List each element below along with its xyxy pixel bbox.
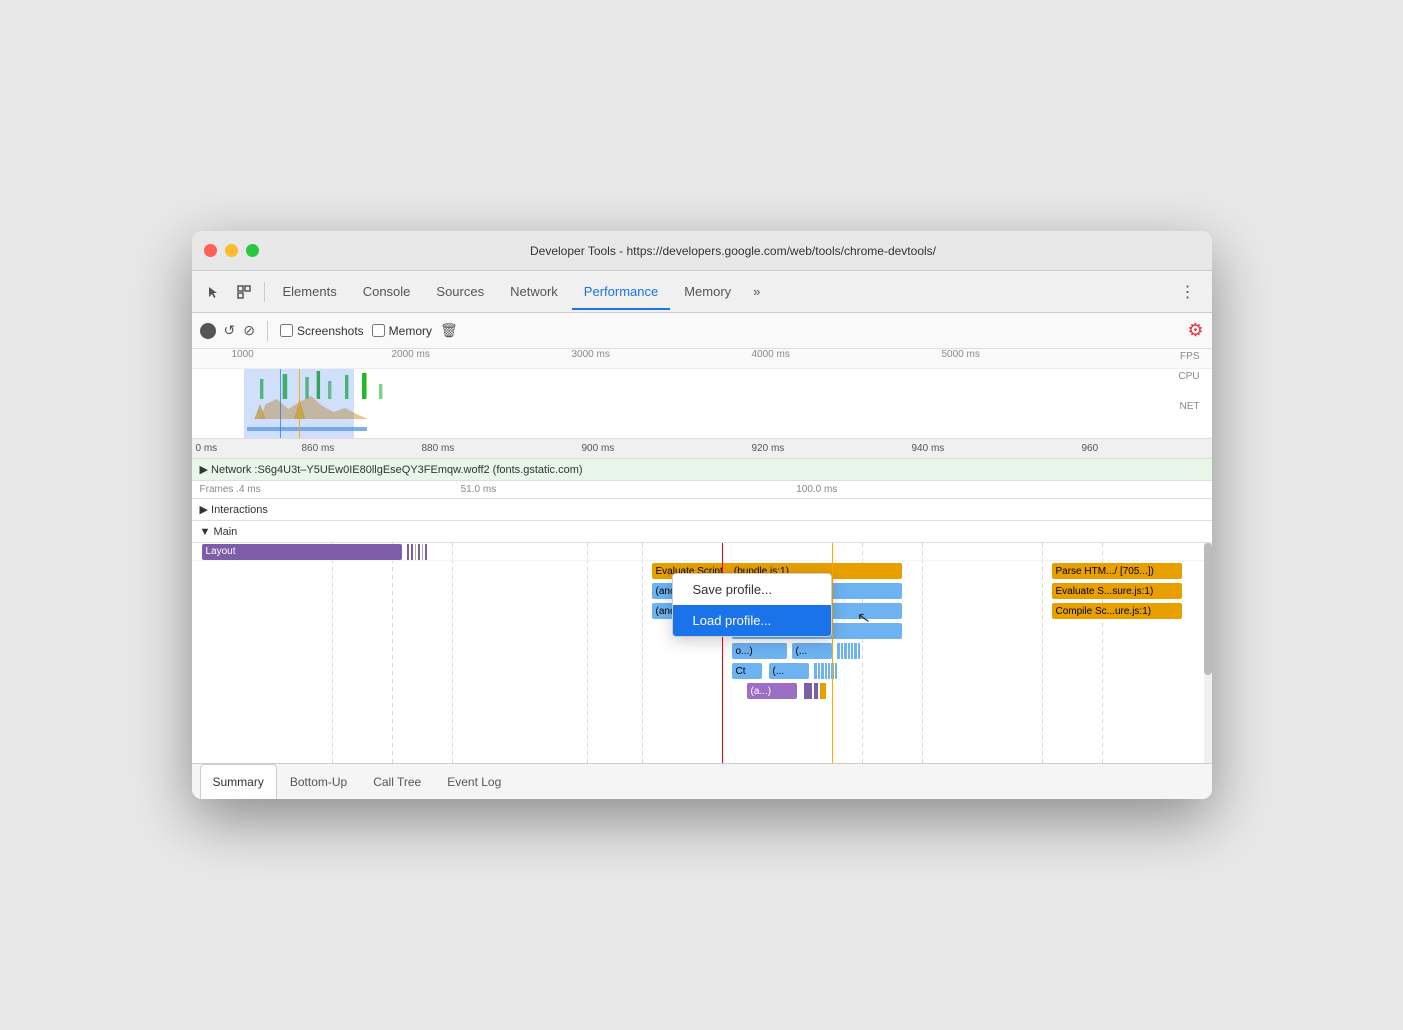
memory-checkbox-label[interactable]: Memory <box>372 324 432 338</box>
tab-more[interactable]: » <box>745 284 768 299</box>
tab-event-log[interactable]: Event Log <box>434 764 514 800</box>
paren1-block[interactable]: (... <box>792 643 832 659</box>
memory-checkbox[interactable] <box>372 324 385 337</box>
tab-sources[interactable]: Sources <box>424 274 496 310</box>
mark-880ms: 880 ms <box>422 443 455 454</box>
settings-button[interactable]: ⚙ <box>1187 320 1203 341</box>
toolbar: Elements Console Sources Network Perform… <box>192 271 1212 313</box>
paren2-block[interactable]: (... <box>769 663 809 679</box>
perf-toolbar: ↺ ⊘ Screenshots Memory 🗑 ⚙ <box>192 313 1212 349</box>
layout-ticks <box>407 544 427 560</box>
context-menu: Save profile... Load profile... <box>672 573 832 637</box>
close-button[interactable] <box>204 244 217 257</box>
load-profile-item[interactable]: Load profile... <box>673 605 831 636</box>
ruler-3000: 3000 ms <box>572 349 610 360</box>
flame-row-a: (a...) <box>192 683 1212 701</box>
mark-860ms: 860 ms <box>302 443 335 454</box>
mark-900ms: 900 ms <box>582 443 615 454</box>
titlebar: Developer Tools - https://developers.goo… <box>192 231 1212 271</box>
main-content: 0 ms 860 ms 880 ms 900 ms 920 ms 940 ms … <box>192 439 1212 799</box>
interactions-row[interactable]: ▶ Interactions <box>192 499 1212 521</box>
frames-mid: 51.0 ms <box>461 484 497 495</box>
o-block[interactable]: o...) <box>732 643 787 659</box>
tab-call-tree[interactable]: Call Tree <box>360 764 434 800</box>
main-thread-label: ▼ Main <box>200 526 238 538</box>
menu-dots[interactable]: ⋮ <box>1172 282 1204 302</box>
minimize-button[interactable] <box>225 244 238 257</box>
frames-right: 100.0 ms <box>796 484 837 495</box>
a-block[interactable]: (a...) <box>747 683 797 699</box>
screenshots-checkbox-label[interactable]: Screenshots <box>280 324 364 338</box>
scrollbar-thumb[interactable] <box>1204 543 1212 675</box>
screenshots-checkbox[interactable] <box>280 324 293 337</box>
scrollbar[interactable] <box>1204 543 1212 763</box>
flame-row-layout: Layout <box>192 543 1212 561</box>
ct-block[interactable]: Ct <box>732 663 762 679</box>
toolbar-divider <box>264 282 265 302</box>
record-button[interactable] <box>200 323 216 339</box>
main-thread-header[interactable]: ▼ Main <box>192 521 1212 543</box>
flame-row-o: o...) (... <box>192 643 1212 661</box>
flame-row-ct: Ct (... <box>192 663 1212 681</box>
maximize-button[interactable] <box>246 244 259 257</box>
window-title: Developer Tools - https://developers.goo… <box>267 244 1200 258</box>
bottom-tabs: Summary Bottom-Up Call Tree Event Log <box>192 763 1212 799</box>
tab-memory[interactable]: Memory <box>672 274 743 310</box>
tab-bottom-up[interactable]: Bottom-Up <box>277 764 360 800</box>
network-label: ▶ Network :S6g4U3t–Y5UEw0IE80llgEseQY3FE… <box>200 463 583 476</box>
network-row[interactable]: ▶ Network :S6g4U3t–Y5UEw0IE80llgEseQY3FE… <box>192 459 1212 481</box>
flame-chart-area[interactable]: Layout Evaluate Script... (bundle.js:1) <box>192 543 1212 763</box>
timeline-overview[interactable]: 1000 2000 ms 3000 ms 4000 ms 5000 ms FPS <box>192 349 1212 439</box>
mark-960ms: 960 <box>1082 443 1099 454</box>
inspect-icon[interactable] <box>230 278 258 306</box>
mark-940ms: 940 ms <box>912 443 945 454</box>
layout-block[interactable]: Layout <box>202 544 402 560</box>
ruler-2000: 2000 ms <box>392 349 430 360</box>
cursor-icon[interactable] <box>200 278 228 306</box>
save-profile-item[interactable]: Save profile... <box>673 574 831 605</box>
trash-button[interactable]: 🗑 <box>440 322 458 339</box>
ruler-5000: 5000 ms <box>942 349 980 360</box>
cpu-label: CPU <box>1178 371 1199 382</box>
parse-html-block[interactable]: Parse HTM.../ [705...]) <box>1052 563 1182 579</box>
tab-performance[interactable]: Performance <box>572 274 670 310</box>
small-ticks-1 <box>837 643 860 659</box>
net-label: NET <box>1180 401 1200 412</box>
mark-920ms: 920 ms <box>752 443 785 454</box>
ruler-1000: 1000 <box>232 349 254 360</box>
fps-label: FPS <box>1180 351 1199 362</box>
stop-button[interactable]: ⊘ <box>243 322 255 339</box>
tab-console[interactable]: Console <box>351 274 423 310</box>
cursor-arrow: ↖ <box>855 607 872 629</box>
tab-summary[interactable]: Summary <box>200 764 277 800</box>
ruler-4000: 4000 ms <box>752 349 790 360</box>
compile-sc-block[interactable]: Compile Sc...ure.js:1) <box>1052 603 1182 619</box>
evaluate-s-block[interactable]: Evaluate S...sure.js:1) <box>1052 583 1182 599</box>
orange-marker <box>832 543 833 763</box>
frames-row: Frames .4 ms 51.0 ms 100.0 ms <box>192 481 1212 499</box>
small-ticks-3 <box>804 683 826 699</box>
tab-network[interactable]: Network <box>498 274 570 310</box>
frames-label: Frames .4 ms <box>200 484 261 495</box>
reload-button[interactable]: ↺ <box>224 322 236 339</box>
devtools-window: Developer Tools - https://developers.goo… <box>192 231 1212 799</box>
perf-divider <box>267 321 268 341</box>
mark-0ms: 0 ms <box>196 443 218 454</box>
time-ruler-detail: 0 ms 860 ms 880 ms 900 ms 920 ms 940 ms … <box>192 439 1212 459</box>
small-ticks-2 <box>814 663 837 679</box>
interactions-label: ▶ Interactions <box>200 503 268 516</box>
tab-elements[interactable]: Elements <box>271 274 349 310</box>
